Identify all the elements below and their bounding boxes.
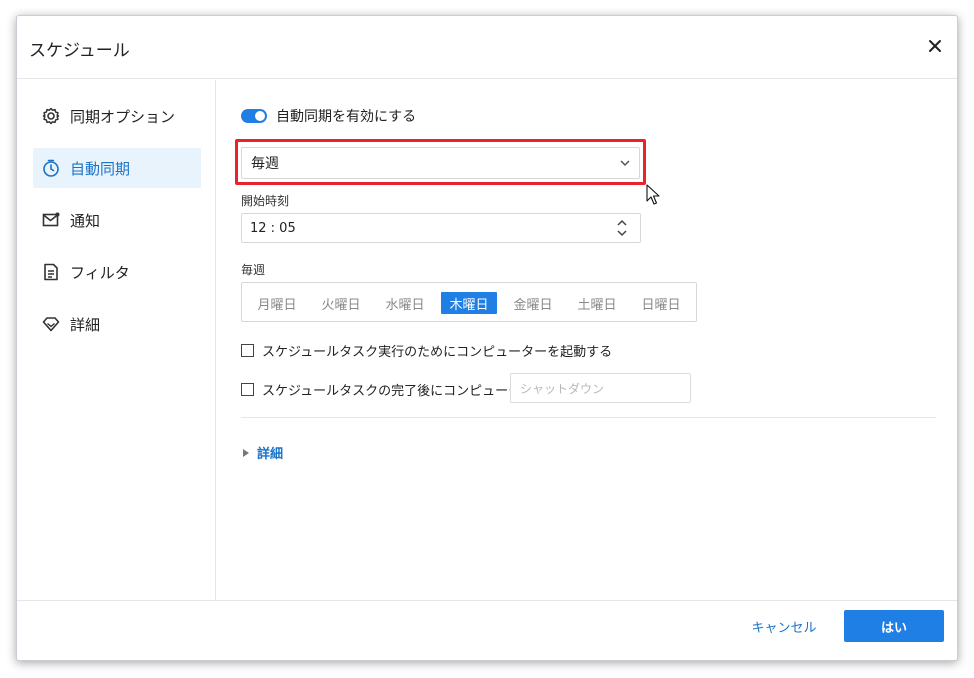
frequency-select-value: 毎週 <box>251 156 279 172</box>
divider <box>241 417 936 418</box>
auto-sync-toggle-label: 自動同期を有効にする <box>276 109 417 125</box>
dialog-title: スケジュール <box>29 41 130 61</box>
after-task-checkbox[interactable] <box>241 383 254 396</box>
frequency-select[interactable]: 毎週 <box>241 147 640 179</box>
mouse-cursor-icon <box>646 184 660 205</box>
timer-icon <box>40 157 62 179</box>
sidebar-item-filter[interactable]: フィルタ <box>33 252 201 292</box>
wake-computer-checkbox[interactable] <box>241 344 254 357</box>
details-expander-label: 詳細 <box>257 447 284 462</box>
day-monday[interactable]: 月曜日 <box>249 292 305 314</box>
start-time-label: 開始時刻 <box>241 194 290 208</box>
schedule-dialog: スケジュール 同期オプション 自動同期 通知 フィルタ 詳細 自動同期を有効にす… <box>16 15 958 661</box>
auto-sync-toggle[interactable] <box>241 109 267 123</box>
sidebar-item-sync-options[interactable]: 同期オプション <box>33 96 201 136</box>
auto-sync-toggle-row: 自動同期を有効にする <box>241 106 416 126</box>
after-task-label: スケジュールタスクの完了後にコンピューターを <box>262 384 548 399</box>
sidebar-item-label: 詳細 <box>70 315 101 334</box>
sidebar: 同期オプション 自動同期 通知 フィルタ 詳細 <box>17 80 216 600</box>
sidebar-item-label: フィルタ <box>70 263 130 282</box>
day-sunday[interactable]: 日曜日 <box>633 292 689 314</box>
sidebar-item-auto-sync[interactable]: 自動同期 <box>33 148 201 188</box>
chevron-down-icon <box>620 160 630 167</box>
mail-icon <box>40 209 62 231</box>
wake-computer-label: スケジュールタスク実行のためにコンピューターを起動する <box>262 345 613 360</box>
after-task-action-placeholder: シャットダウン <box>520 381 605 396</box>
diamond-icon <box>40 313 62 335</box>
after-task-option: スケジュールタスクの完了後にコンピューターを <box>241 380 547 399</box>
sidebar-item-label: 通知 <box>70 211 101 230</box>
dialog-footer: キャンセル はい <box>17 600 957 660</box>
cancel-button[interactable]: キャンセル <box>739 611 829 641</box>
close-icon <box>929 40 941 52</box>
document-filter-icon <box>40 261 62 283</box>
weekday-selector: 月曜日 火曜日 水曜日 木曜日 金曜日 土曜日 日曜日 <box>241 282 697 322</box>
sidebar-item-label: 同期オプション <box>70 107 176 126</box>
day-friday[interactable]: 金曜日 <box>505 292 561 314</box>
weekly-label: 毎週 <box>241 263 266 277</box>
sidebar-item-details[interactable]: 詳細 <box>33 304 201 344</box>
dialog-header: スケジュール <box>17 16 957 79</box>
day-thursday[interactable]: 木曜日 <box>441 292 497 314</box>
details-expander[interactable]: 詳細 <box>243 443 283 462</box>
day-wednesday[interactable]: 水曜日 <box>377 292 433 314</box>
day-saturday[interactable]: 土曜日 <box>569 292 625 314</box>
gear-icon <box>40 105 62 127</box>
day-tuesday[interactable]: 火曜日 <box>313 292 369 314</box>
sidebar-item-notifications[interactable]: 通知 <box>33 200 201 240</box>
start-time-input[interactable]: 12 : 05 <box>241 213 641 243</box>
ok-button[interactable]: はい <box>844 610 944 642</box>
caret-right-icon <box>243 448 249 457</box>
spinner-up-down-icon[interactable] <box>616 218 628 238</box>
close-button[interactable] <box>925 36 945 56</box>
after-task-action-select[interactable]: シャットダウン <box>510 373 691 403</box>
wake-computer-option: スケジュールタスク実行のためにコンピューターを起動する <box>241 341 612 360</box>
sidebar-item-label: 自動同期 <box>70 159 131 178</box>
start-time-value: 12 : 05 <box>250 220 296 236</box>
